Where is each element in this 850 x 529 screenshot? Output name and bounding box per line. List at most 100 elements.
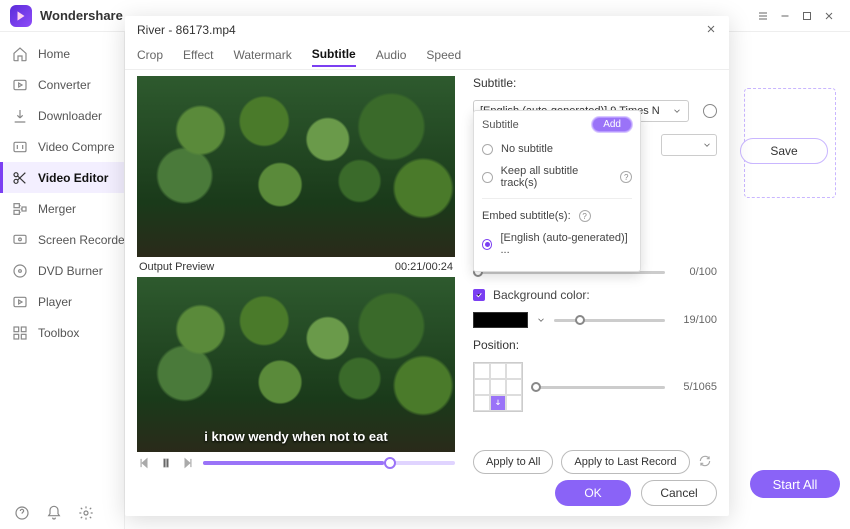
prev-frame-icon[interactable] xyxy=(137,456,151,470)
sidebar-item-label: Screen Recorde xyxy=(38,233,124,247)
option-keep-all[interactable]: Keep all subtitle track(s) ? xyxy=(482,160,632,194)
radio-icon xyxy=(482,144,493,155)
option-embed-english[interactable]: [English (auto-generated)] ... xyxy=(482,227,632,261)
sidebar-item-label: Player xyxy=(38,295,72,309)
search-subtitle-icon[interactable] xyxy=(703,104,717,118)
tab-effect[interactable]: Effect xyxy=(183,48,213,66)
sidebar-item-label: DVD Burner xyxy=(38,264,103,278)
preview-time: 00:21/00:24 xyxy=(395,261,453,273)
option-label: Keep all subtitle track(s) xyxy=(501,165,613,189)
sidebar-item-player[interactable]: Player xyxy=(0,286,124,317)
subtitle-popup: Subtitle Add No subtitle Keep all subtit… xyxy=(473,110,641,272)
apply-row: Apply to All Apply to Last Record xyxy=(473,444,717,474)
close-button[interactable] xyxy=(818,5,840,27)
pos-cell-bottom-center[interactable] xyxy=(490,395,506,411)
output-preview-label: Output Preview xyxy=(139,261,214,273)
bg-checkbox[interactable] xyxy=(473,289,485,301)
option-label: No subtitle xyxy=(501,143,553,155)
embed-label-row: Embed subtitle(s): ? xyxy=(482,205,632,227)
modal-header: River - 86173.mp4 xyxy=(125,16,729,44)
sidebar-item-home[interactable]: Home xyxy=(0,38,124,69)
bg-value: 19/100 xyxy=(673,314,717,326)
position-label: Position: xyxy=(473,338,717,352)
tab-subtitle[interactable]: Subtitle xyxy=(312,47,356,67)
position-value: 5/1065 xyxy=(673,381,717,393)
radio-checked-icon xyxy=(482,239,492,250)
hamburger-icon[interactable] xyxy=(752,5,774,27)
sidebar-item-converter[interactable]: Converter xyxy=(0,69,124,100)
help-icon[interactable]: ? xyxy=(579,210,591,222)
editor-tabs: Crop Effect Watermark Subtitle Audio Spe… xyxy=(125,44,729,70)
subtitle-overlay: i know wendy when not to eat xyxy=(137,429,455,444)
play-icon xyxy=(12,294,28,310)
disc-icon xyxy=(12,263,28,279)
next-frame-icon[interactable] xyxy=(181,456,195,470)
sidebar-item-label: Video Editor xyxy=(38,171,108,185)
modal-title: River - 86173.mp4 xyxy=(137,23,236,37)
sidebar-item-label: Video Compre xyxy=(38,140,115,154)
subtitle-label: Subtitle: xyxy=(473,76,717,90)
sidebar-item-compressor[interactable]: Video Compre xyxy=(0,131,124,162)
pause-icon[interactable] xyxy=(159,456,173,470)
bg-slider-row: 19/100 xyxy=(473,312,717,328)
position-row: 5/1065 xyxy=(473,362,717,412)
modal-close-button[interactable] xyxy=(705,23,717,38)
cancel-button[interactable]: Cancel xyxy=(641,480,717,506)
tab-watermark[interactable]: Watermark xyxy=(233,48,291,66)
font-select-partial[interactable] xyxy=(661,134,717,156)
save-button[interactable]: Save xyxy=(740,138,828,164)
start-all-button[interactable]: Start All xyxy=(750,470,840,498)
apply-last-button[interactable]: Apply to Last Record xyxy=(561,450,689,474)
pos-cell[interactable] xyxy=(474,395,490,411)
apply-all-button[interactable]: Apply to All xyxy=(473,450,553,474)
pos-cell[interactable] xyxy=(490,363,506,379)
pos-cell[interactable] xyxy=(474,379,490,395)
sidebar-item-video-editor[interactable]: Video Editor xyxy=(0,162,124,193)
pos-cell[interactable] xyxy=(490,379,506,395)
help-icon[interactable] xyxy=(14,505,30,521)
home-icon xyxy=(12,46,28,62)
sidebar-item-merger[interactable]: Merger xyxy=(0,193,124,224)
bg-color-swatch[interactable] xyxy=(473,312,528,328)
sidebar-item-toolbox[interactable]: Toolbox xyxy=(0,317,124,348)
radio-icon xyxy=(482,172,493,183)
sidebar-item-label: Downloader xyxy=(38,109,102,123)
chevron-down-icon[interactable] xyxy=(536,315,546,325)
gear-icon[interactable] xyxy=(78,505,94,521)
compress-icon xyxy=(12,139,28,155)
help-icon[interactable]: ? xyxy=(620,171,632,183)
grid-icon xyxy=(12,325,28,341)
sidebar-item-recorder[interactable]: Screen Recorde xyxy=(0,224,124,255)
pos-cell[interactable] xyxy=(506,379,522,395)
scissors-icon xyxy=(12,170,28,186)
chevron-down-icon xyxy=(672,106,682,116)
maximize-button[interactable] xyxy=(796,5,818,27)
bg-opacity-slider[interactable] xyxy=(554,319,665,322)
position-slider[interactable] xyxy=(531,386,665,389)
pos-cell[interactable] xyxy=(506,395,522,411)
ok-button[interactable]: OK xyxy=(555,480,631,506)
converter-icon xyxy=(12,77,28,93)
preview-meta: Output Preview 00:21/00:24 xyxy=(137,257,455,277)
position-grid[interactable] xyxy=(473,362,523,412)
option-no-subtitle[interactable]: No subtitle xyxy=(482,138,632,160)
bg-label: Background color: xyxy=(493,288,590,302)
reset-icon[interactable] xyxy=(698,454,712,471)
sidebar-item-downloader[interactable]: Downloader xyxy=(0,100,124,131)
bell-icon[interactable] xyxy=(46,505,62,521)
add-subtitle-button[interactable]: Add xyxy=(592,117,632,132)
sidebar-item-label: Converter xyxy=(38,78,91,92)
pos-cell[interactable] xyxy=(506,363,522,379)
output-preview: i know wendy when not to eat xyxy=(137,277,455,452)
tab-crop[interactable]: Crop xyxy=(137,48,163,66)
bg-color-row: Background color: xyxy=(473,288,717,302)
sidebar-item-label: Home xyxy=(38,47,70,61)
tab-audio[interactable]: Audio xyxy=(376,48,407,66)
sidebar-item-dvd[interactable]: DVD Burner xyxy=(0,255,124,286)
timeline-slider[interactable] xyxy=(203,461,455,465)
pos-cell[interactable] xyxy=(474,363,490,379)
tab-speed[interactable]: Speed xyxy=(426,48,461,66)
sidebar-bottom-icons xyxy=(0,505,94,521)
minimize-button[interactable] xyxy=(774,5,796,27)
playback-controls xyxy=(137,452,455,474)
